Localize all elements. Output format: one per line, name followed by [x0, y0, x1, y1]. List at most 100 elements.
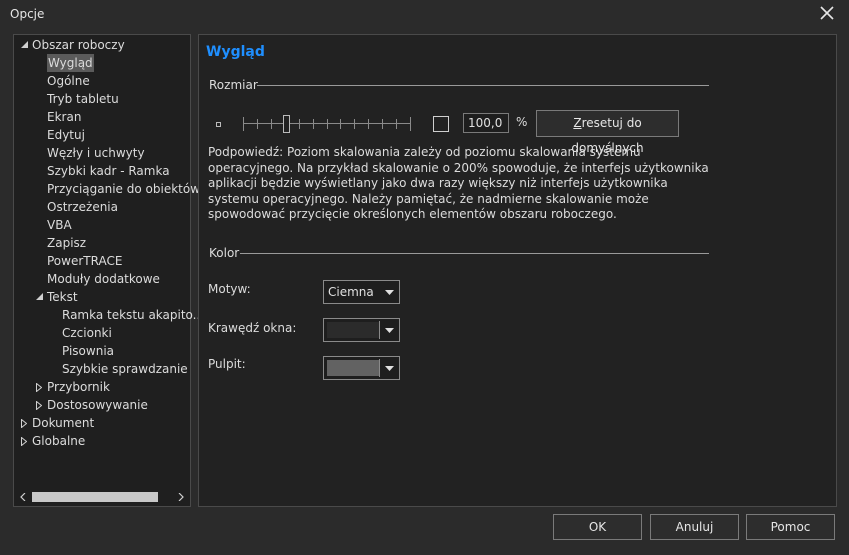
scroll-left-button[interactable] [15, 489, 31, 505]
close-button[interactable] [815, 2, 841, 26]
tree-item-label: Obszar roboczy [32, 38, 125, 52]
tree-item[interactable]: Ekran [14, 108, 188, 126]
tree-item-label: Węzły i uchwyty [47, 146, 145, 160]
tree-item-label: Wygląd [47, 54, 94, 72]
tree-item[interactable]: Moduły dodatkowe [14, 270, 188, 288]
tree-item[interactable]: Ogólne [14, 72, 188, 90]
picker-separator [379, 321, 380, 339]
tree-item-label: PowerTRACE [47, 254, 123, 268]
tree-item-label: Ramka tekstu akapito... [62, 308, 205, 322]
tree-item[interactable]: Dokument [14, 414, 188, 432]
tree-item[interactable]: Ostrzeżenia [14, 198, 188, 216]
slider-tick [313, 119, 314, 129]
triangle-right-icon [36, 401, 42, 410]
tree-item-label: Zapisz [47, 236, 87, 250]
tree-item-label: Przyciąganie do obiektów [47, 182, 201, 196]
title-bar: Opcje [0, 0, 849, 30]
tree-item-label: Ostrzeżenia [47, 200, 118, 214]
chevron-down-icon [385, 290, 394, 295]
tree-item[interactable]: Tekst [14, 288, 188, 306]
tree-item-label: Ekran [47, 110, 82, 124]
reset-defaults-button[interactable]: Zresetuj do domyślnych [536, 110, 679, 155]
tree-item[interactable]: Szybki kadr - Ramka [14, 162, 188, 180]
tree-item-label: Tekst [47, 290, 78, 304]
chevron-left-icon [20, 493, 26, 501]
page-title: Wygląd [206, 44, 265, 60]
theme-select[interactable]: Ciemna [323, 280, 400, 304]
theme-label: Motyw: [208, 282, 251, 296]
tree-item[interactable]: Czcionki [14, 324, 188, 342]
tree-item[interactable]: Edytuj [14, 126, 188, 144]
scale-slider[interactable] [243, 115, 411, 133]
tree-item-label: Edytuj [47, 128, 85, 142]
tree-item-label: Czcionki [62, 326, 112, 340]
close-icon [820, 6, 834, 20]
tree-item-label: Dostosowywanie [47, 398, 148, 412]
triangle-right-icon [36, 383, 42, 392]
slider-tick [271, 119, 272, 129]
tree-item[interactable]: PowerTRACE [14, 252, 188, 270]
slider-tick [368, 119, 369, 129]
slider-tick [410, 117, 411, 131]
collapse-toggle[interactable] [21, 414, 30, 432]
percent-unit: % [516, 115, 528, 129]
slider-thumb[interactable] [283, 115, 290, 133]
size-section-divider [257, 85, 709, 86]
chevron-right-icon [178, 493, 184, 501]
ok-button[interactable]: OK [553, 514, 642, 540]
tree-item-label: Szybkie sprawdzanie [62, 362, 188, 376]
desktop-swatch [327, 360, 379, 376]
options-tree[interactable]: Globalne Dokument Dostosowywanie Przybornik… [13, 34, 204, 507]
expand-toggle[interactable] [21, 36, 30, 54]
slider-tick [396, 119, 397, 129]
cancel-button[interactable]: Anuluj [650, 514, 739, 540]
expand-toggle[interactable] [36, 288, 45, 306]
tree-item[interactable]: VBA [14, 216, 188, 234]
tree-item[interactable]: Obszar roboczy [14, 36, 188, 54]
collapse-toggle[interactable] [36, 378, 45, 396]
tree-item[interactable]: Ramka tekstu akapito... [14, 306, 204, 324]
tree-horizontal-scrollbar[interactable] [15, 489, 189, 505]
window-border-swatch [327, 322, 379, 338]
theme-value: Ciemna [328, 285, 374, 299]
tree-item[interactable]: Przybornik [14, 378, 188, 396]
tree-item-label: Moduły dodatkowe [47, 272, 160, 286]
tree-item-label: Szybki kadr - Ramka [47, 164, 170, 178]
slider-tick [354, 119, 355, 129]
scale-input[interactable]: 100,0 [463, 113, 509, 133]
tree-item[interactable]: Wygląd [14, 54, 188, 72]
triangle-down-icon [21, 41, 28, 48]
tree-item[interactable]: Przyciąganie do obiektów [14, 180, 200, 198]
tree-item-label: Dokument [32, 416, 95, 430]
tree-item[interactable]: Dostosowywanie [14, 396, 188, 414]
tree-item-label: Ogólne [47, 74, 90, 88]
chevron-down-icon [385, 366, 394, 371]
chevron-down-icon [385, 328, 394, 333]
slider-tick [243, 117, 244, 131]
collapse-toggle[interactable] [21, 432, 30, 450]
scaling-hint: Podpowiedź: Poziom skalowania zależy od … [208, 145, 709, 221]
scroll-right-button[interactable] [173, 489, 189, 505]
picker-separator [379, 359, 380, 377]
desktop-label: Pulpit: [208, 357, 246, 371]
tree-item[interactable]: Pisownia [14, 342, 188, 360]
window-title: Opcje [10, 7, 45, 21]
color-section-divider [240, 253, 709, 254]
tree-item[interactable]: Tryb tabletu [14, 90, 188, 108]
scale-checkbox[interactable] [433, 116, 449, 132]
collapse-toggle[interactable] [36, 396, 45, 414]
tree-item-label: Pisownia [62, 344, 115, 358]
tree-item[interactable]: Węzły i uchwyty [14, 144, 188, 162]
scroll-thumb[interactable] [32, 492, 158, 502]
triangle-down-icon [36, 293, 43, 300]
slider-tick [340, 119, 341, 129]
desktop-color-picker[interactable] [323, 356, 400, 380]
tree-item[interactable]: Globalne [14, 432, 188, 450]
window-border-color-picker[interactable] [323, 318, 400, 342]
tree-item[interactable]: Zapisz [14, 234, 188, 252]
tree-item-label: VBA [47, 218, 72, 232]
tree-item-label: Globalne [32, 434, 86, 448]
help-button[interactable]: Pomoc [746, 514, 835, 540]
tree-item[interactable]: Szybkie sprawdzanie [14, 360, 188, 378]
settings-panel: Wygląd Rozmiar 100,0 % Zresetuj do domyś… [198, 34, 837, 507]
